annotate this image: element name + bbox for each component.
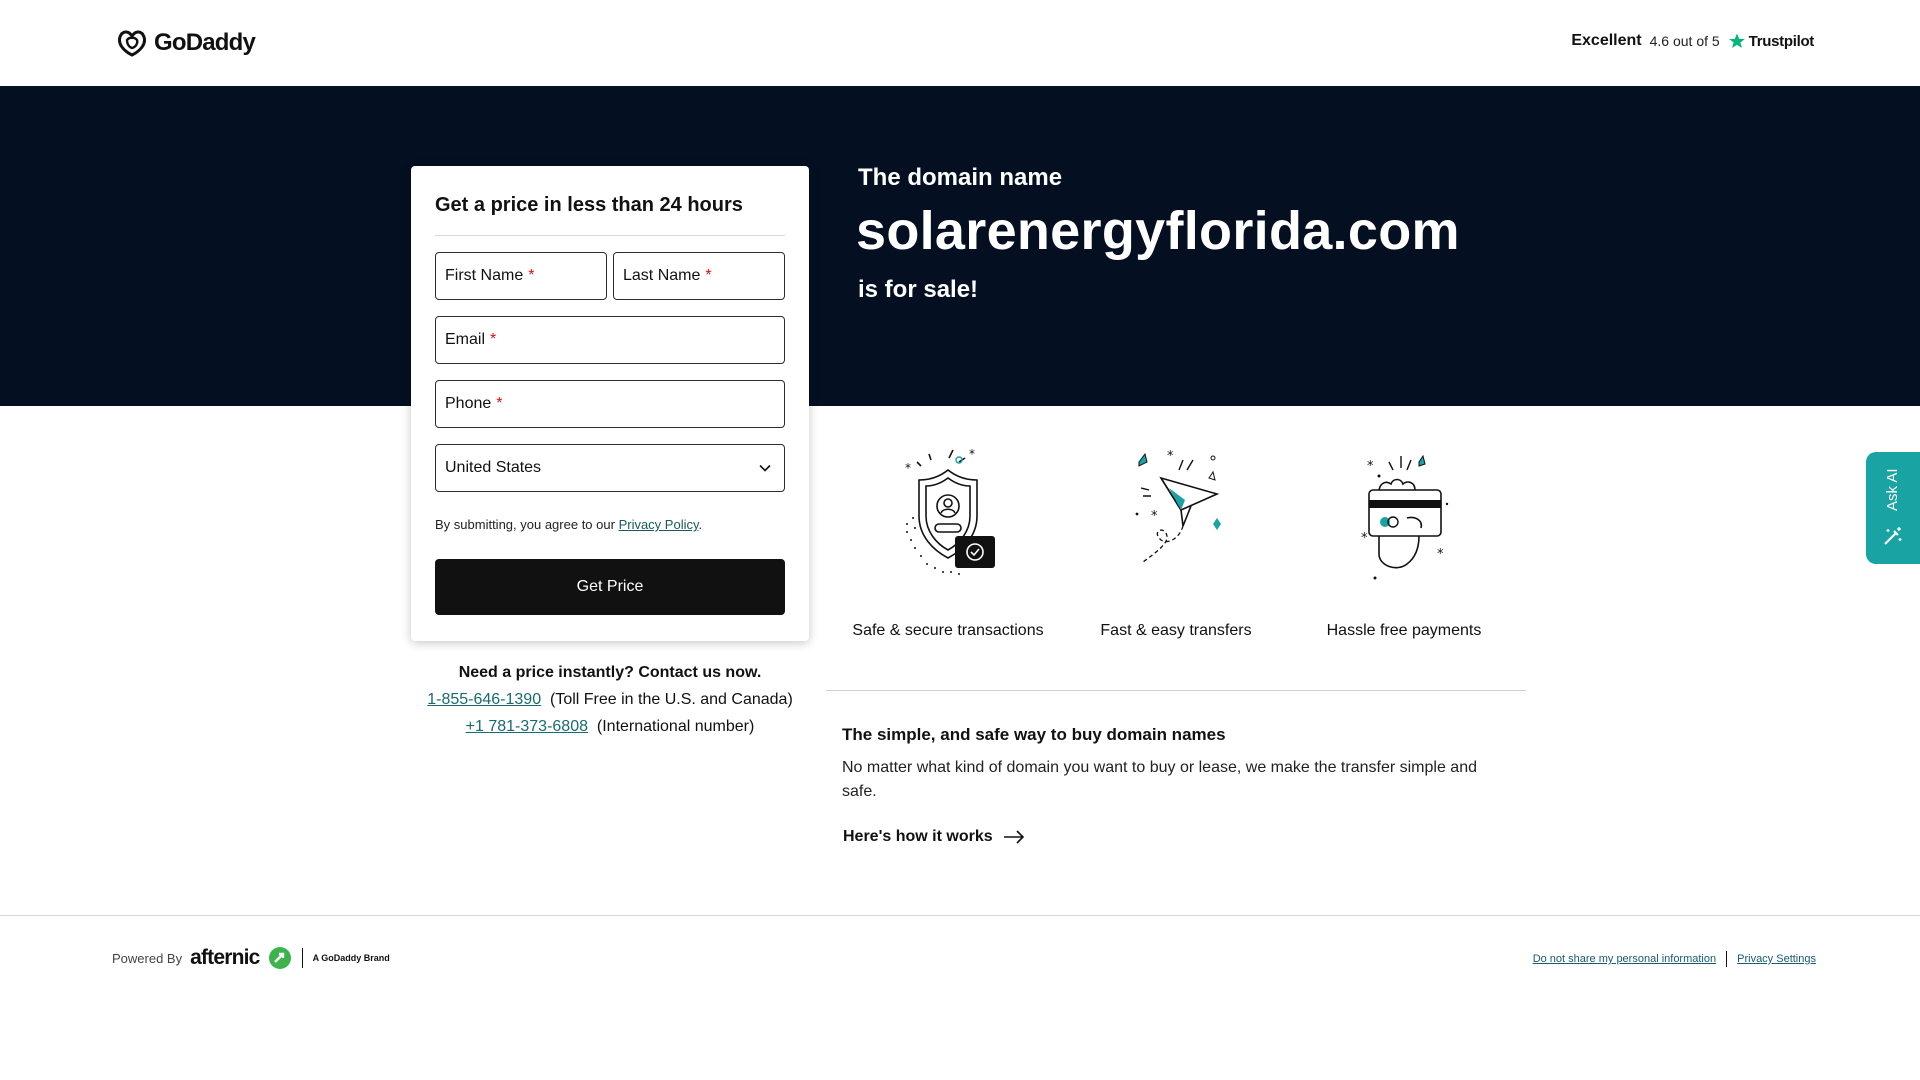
magic-wand-icon — [1884, 527, 1902, 545]
info-title: The simple, and safe way to buy domain n… — [842, 725, 1226, 744]
intl-phone-link[interactable]: +1 781-373-6808 — [466, 718, 588, 735]
site-header: GoDaddy Excellent 4.6 out of 5 Trustpilo… — [0, 0, 1920, 86]
godaddy-logo-icon — [118, 30, 146, 57]
logo-text: GoDaddy — [154, 29, 256, 56]
price-request-form: Get a price in less than 24 hours First … — [411, 166, 809, 641]
first-name-label: First Name — [445, 267, 524, 284]
feature-transfers: * * Fast & easy transfers — [1066, 448, 1286, 640]
intl-row: +1 781-373-6808 (International number) — [411, 713, 809, 740]
agreement-text: By submitting, you agree to our Privacy … — [435, 517, 702, 532]
godaddy-brand-note: A GoDaddy Brand — [312, 953, 390, 963]
arrow-right-icon — [1003, 830, 1024, 844]
hero-kicker: The domain name — [858, 164, 1063, 191]
phone-label: Phone — [445, 395, 492, 412]
trustpilot-logo: Trustpilot — [1728, 32, 1814, 50]
section-divider — [826, 690, 1526, 691]
svg-text:*: * — [1437, 547, 1444, 562]
svg-text:*: * — [1361, 531, 1368, 546]
feature-label: Hassle free payments — [1326, 622, 1482, 639]
form-title: Get a price in less than 24 hours — [435, 194, 743, 216]
ask-ai-label: Ask AI — [1884, 468, 1901, 512]
last-name-label: Last Name — [623, 267, 701, 284]
contact-heading: Need a price instantly? Contact us now. — [458, 664, 762, 681]
toll-free-row: 1-855-646-1390 (Toll Free in the U.S. an… — [411, 686, 809, 713]
chevron-down-icon — [759, 464, 771, 472]
country-select[interactable]: United States — [435, 444, 785, 492]
feature-label: Safe & secure transactions — [852, 622, 1044, 639]
domain-name: solarenergyflorida.com — [856, 201, 1460, 261]
agree-end: . — [698, 517, 703, 532]
last-name-field[interactable]: Last Name * — [613, 252, 785, 300]
trustpilot-rating[interactable]: Excellent 4.6 out of 5 Trustpilot — [1571, 32, 1814, 50]
svg-text:*: * — [905, 461, 911, 475]
privacy-policy-link[interactable]: Privacy Policy — [619, 517, 699, 532]
email-label: Email — [445, 331, 486, 348]
footer-links: Do not share my personal information Pri… — [1533, 951, 1816, 967]
contact-info: Need a price instantly? Contact us now. … — [411, 659, 809, 740]
svg-text:*: * — [969, 448, 975, 461]
footer-link-separator — [1726, 951, 1728, 967]
afternic-logo-icon — [268, 947, 291, 969]
feature-payments: * * * Hassle free payments — [1294, 448, 1514, 640]
rating-label: Excellent — [1571, 32, 1642, 49]
required-mark: * — [490, 331, 497, 348]
first-name-field[interactable]: First Name * — [435, 252, 607, 300]
credit-card-hand-icon: * * * — [1361, 454, 1449, 580]
paper-plane-icon: * * — [1135, 449, 1221, 563]
trustpilot-label: Trustpilot — [1748, 32, 1815, 50]
powered-by-afternic[interactable]: Powered By afternic A GoDaddy Brand — [112, 946, 390, 970]
afternic-logo-text: afternic — [190, 946, 260, 969]
toll-free-phone-link[interactable]: 1-855-646-1390 — [427, 691, 541, 708]
svg-text:*: * — [1167, 449, 1174, 464]
intl-note: (International number) — [596, 718, 755, 735]
godaddy-logo[interactable]: GoDaddy — [116, 28, 256, 58]
phone-field[interactable]: Phone * — [435, 380, 785, 428]
form-divider — [435, 235, 785, 236]
required-mark: * — [705, 267, 712, 284]
agree-text: By submitting, you agree to our — [435, 517, 615, 532]
email-field[interactable]: Email * — [435, 316, 785, 364]
how-it-works-label: Here's how it works — [843, 828, 993, 845]
toll-free-note: (Toll Free in the U.S. and Canada) — [549, 691, 793, 708]
brand-separator — [301, 948, 303, 968]
rating-score: 4.6 out of 5 — [1649, 33, 1720, 49]
info-body: No matter what kind of domain you want t… — [842, 759, 1477, 800]
required-mark: * — [528, 267, 535, 284]
privacy-settings-link[interactable]: Privacy Settings — [1737, 953, 1816, 965]
star-icon — [1728, 33, 1745, 49]
shield-lock-icon: * * — [905, 448, 995, 575]
required-mark: * — [496, 395, 503, 412]
get-price-button[interactable]: Get Price — [435, 559, 785, 615]
country-value: United States — [445, 459, 542, 476]
for-sale-text: is for sale! — [858, 276, 979, 303]
footer-divider — [0, 915, 1920, 916]
do-not-share-link[interactable]: Do not share my personal information — [1533, 953, 1716, 965]
powered-by-label: Powered By — [112, 950, 183, 966]
svg-text:*: * — [1151, 509, 1158, 524]
ask-ai-button[interactable]: Ask AI — [1866, 452, 1920, 564]
svg-text:*: * — [1367, 459, 1374, 474]
feature-secure: * * Safe & secure transactions — [838, 448, 1058, 640]
feature-label: Fast & easy transfers — [1100, 622, 1252, 639]
how-it-works-link[interactable]: Here's how it works — [843, 828, 1025, 846]
